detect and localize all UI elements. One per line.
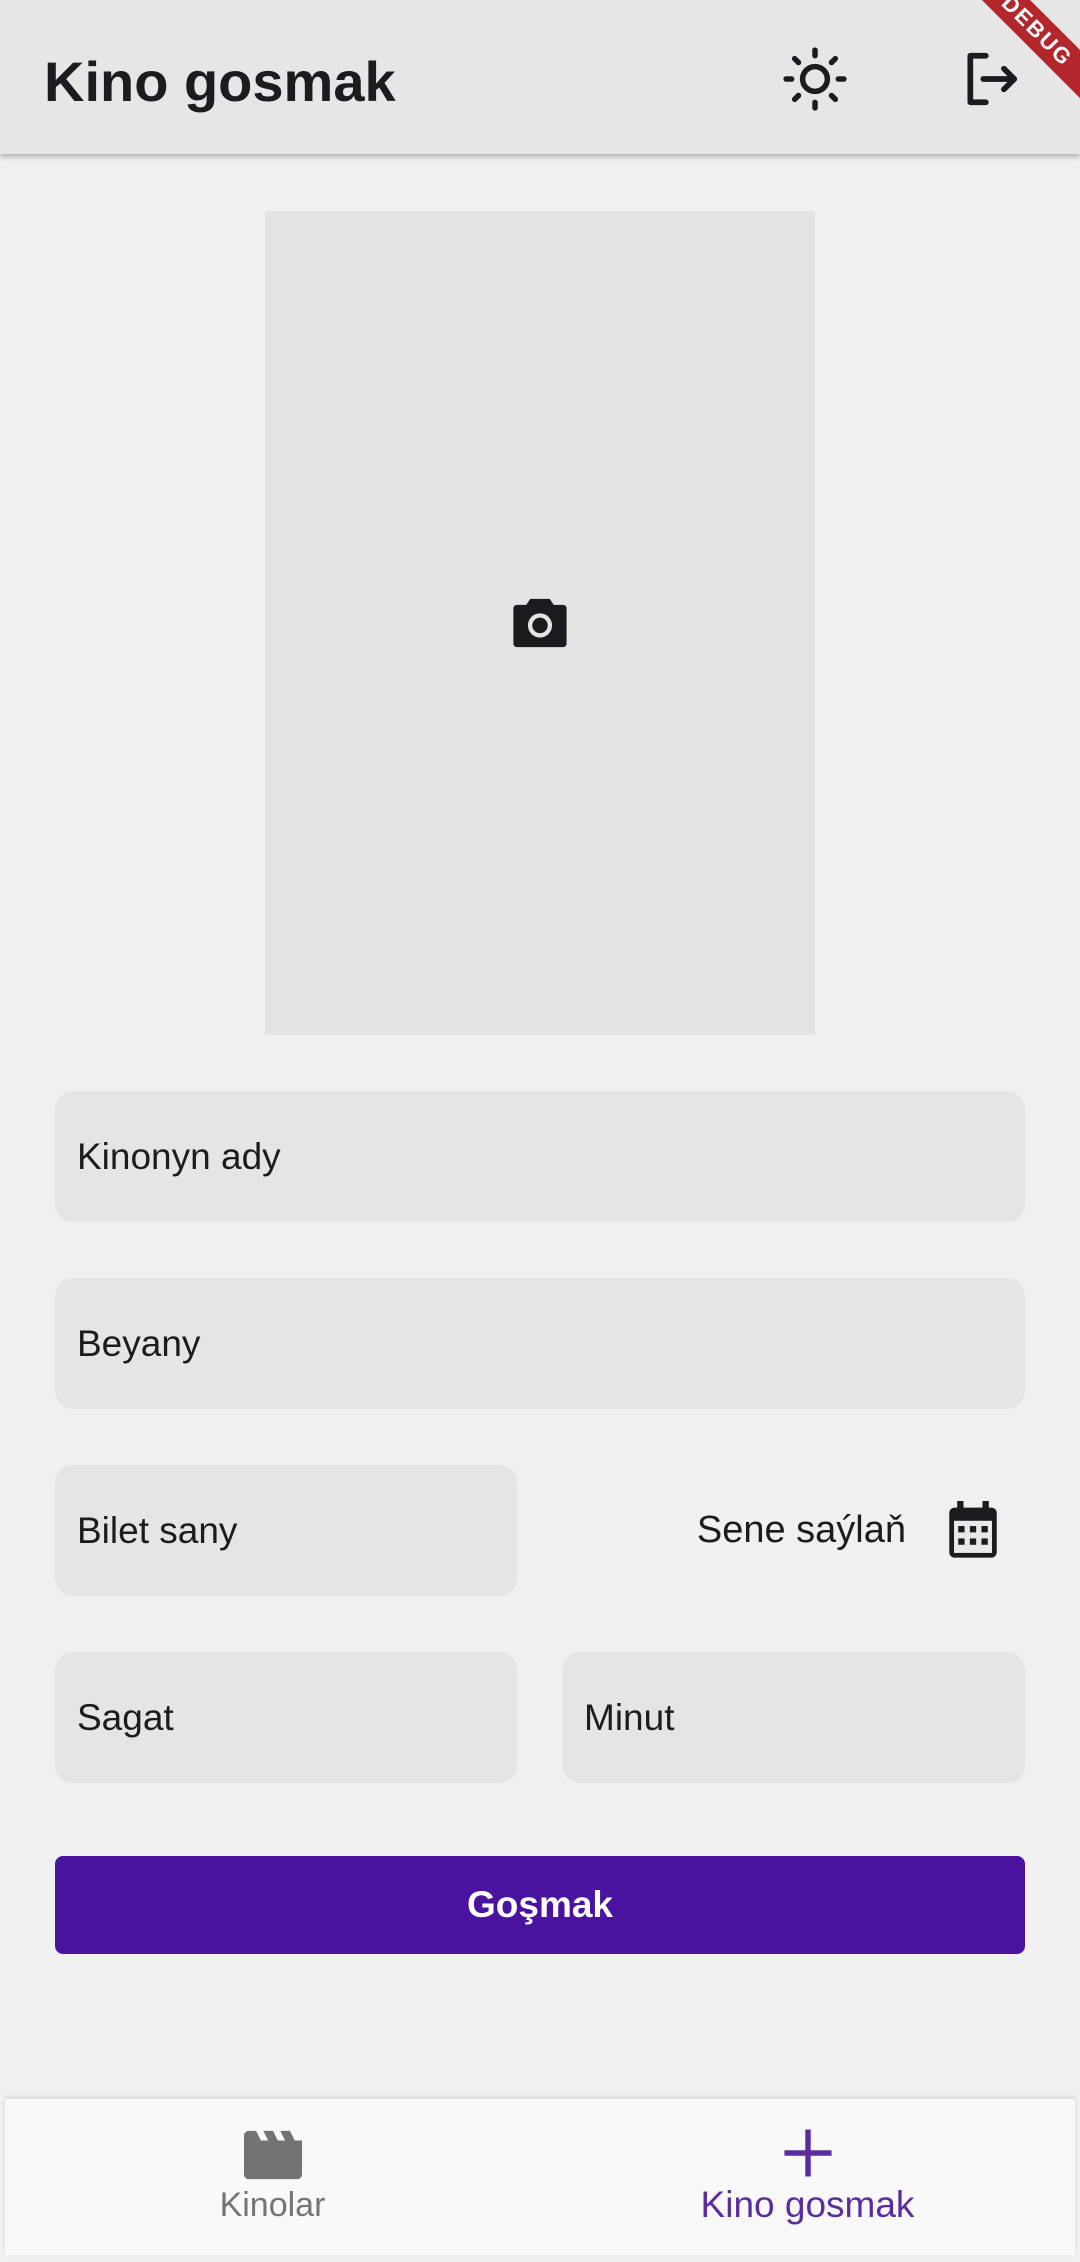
date-picker-label: Sene saýlaň — [696, 1508, 906, 1551]
movie-clapper-icon — [243, 2130, 302, 2179]
camera-icon — [513, 598, 567, 648]
logout-icon — [967, 52, 1018, 106]
minute-field[interactable] — [562, 1652, 1025, 1783]
logout-button[interactable] — [946, 34, 1036, 124]
sun-icon — [783, 47, 847, 111]
bottom-navigation: Kinolar Kino gosmak — [5, 2099, 1075, 2255]
theme-toggle-button[interactable] — [770, 34, 860, 124]
nav-label-movies: Kinolar — [219, 2185, 326, 2224]
calendar-icon — [949, 1501, 997, 1558]
nav-label-add-movie: Kino gosmak — [700, 2184, 915, 2225]
movie-name-field[interactable] — [55, 1091, 1025, 1222]
nav-item-movies[interactable]: Kinolar — [5, 2099, 540, 2255]
page-title: Kino gosmak — [44, 50, 396, 113]
ticket-count-input[interactable] — [55, 1465, 517, 1596]
plus-icon — [783, 2129, 832, 2177]
movie-name-input[interactable] — [55, 1091, 1025, 1222]
nav-item-add-movie[interactable]: Kino gosmak — [540, 2099, 1075, 2255]
minute-input[interactable] — [562, 1652, 1025, 1783]
description-input[interactable] — [55, 1278, 1025, 1409]
hour-field[interactable] — [55, 1652, 517, 1783]
add-movie-button[interactable]: Goşmak — [55, 1856, 1025, 1954]
hour-input[interactable] — [55, 1652, 517, 1783]
description-field[interactable] — [55, 1278, 1025, 1409]
app-bar: Kino gosmak — [0, 0, 1080, 154]
image-picker[interactable] — [265, 211, 815, 1035]
date-picker-button[interactable]: Sene saýlaň — [660, 1490, 1000, 1570]
ticket-count-field[interactable] — [55, 1465, 517, 1596]
